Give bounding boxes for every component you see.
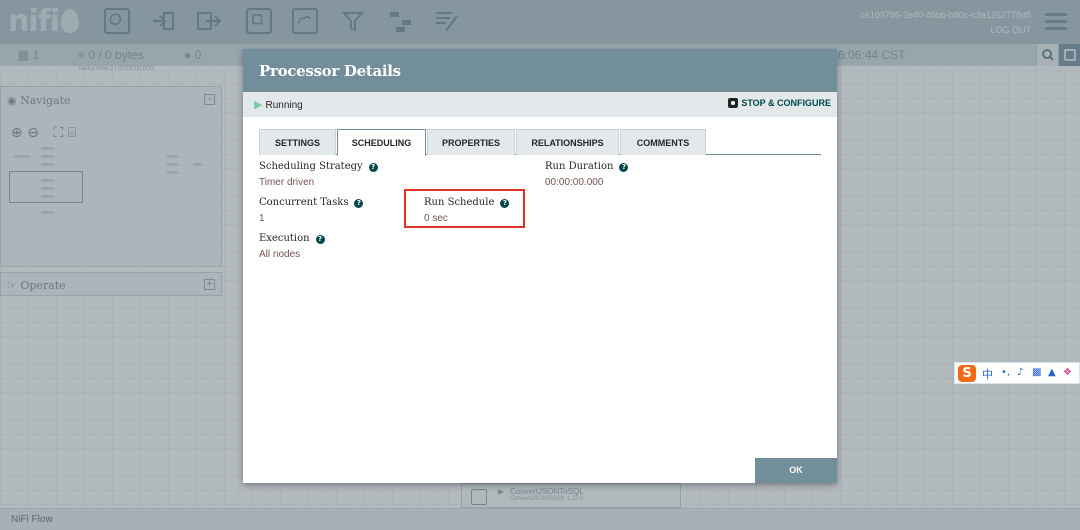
run-state: ▶ Running bbox=[254, 99, 303, 111]
microphone-icon[interactable]: ♪ bbox=[1017, 367, 1023, 378]
concurrent-tasks-field: Concurrent Tasks? 1 bbox=[259, 197, 364, 224]
punctuation-icon[interactable]: •, bbox=[1001, 367, 1010, 378]
tab-settings[interactable]: SETTINGS bbox=[259, 129, 336, 155]
scheduling-strategy-field: Scheduling Strategy? Timer driven bbox=[259, 161, 378, 188]
stop-configure-button[interactable]: STOP & CONFIGURE bbox=[728, 98, 831, 108]
skin-icon[interactable]: ▲ bbox=[1048, 367, 1056, 378]
dialog-header: Processor Details bbox=[243, 49, 837, 92]
scheduling-strategy-value: Timer driven bbox=[259, 177, 315, 188]
execution-value: All nodes bbox=[259, 249, 301, 260]
help-icon[interactable]: ? bbox=[368, 163, 378, 172]
tab-properties[interactable]: PROPERTIES bbox=[427, 129, 515, 155]
ime-language[interactable]: 中 bbox=[982, 366, 993, 382]
concurrent-tasks-value: 1 bbox=[259, 213, 265, 224]
dialog-title: Processor Details bbox=[259, 62, 401, 80]
run-duration-value: 00:00:00.000 bbox=[545, 177, 604, 188]
sogou-icon[interactable]: S bbox=[958, 365, 976, 382]
ok-button[interactable]: OK bbox=[755, 458, 837, 483]
stop-configure-icon bbox=[728, 98, 739, 108]
ime-toolbar[interactable]: S 中 •, ♪ ▩ ▲ ❖ bbox=[954, 362, 1080, 384]
execution-field: Execution? All nodes bbox=[259, 233, 325, 260]
keyboard-icon[interactable]: ▩ bbox=[1032, 367, 1041, 378]
run-status-bar: ▶ Running STOP & CONFIGURE bbox=[243, 92, 837, 117]
help-icon[interactable]: ? bbox=[354, 199, 364, 208]
tab-relationships[interactable]: RELATIONSHIPS bbox=[516, 129, 619, 155]
toolbox-icon[interactable]: ❖ bbox=[1063, 367, 1072, 378]
help-icon[interactable]: ? bbox=[619, 163, 629, 172]
run-duration-field: Run Duration? 00:00:00.000 bbox=[545, 161, 629, 188]
run-schedule-highlight-box bbox=[404, 189, 525, 228]
tab-scheduling[interactable]: SCHEDULING bbox=[337, 129, 426, 156]
tab-comments[interactable]: COMMENTS bbox=[620, 129, 706, 155]
help-icon[interactable]: ? bbox=[315, 235, 325, 244]
processor-details-dialog: Processor Details ▶ Running STOP & CONFIG… bbox=[243, 49, 837, 483]
tab-bar: SETTINGS SCHEDULING PROPERTIES RELATIONS… bbox=[259, 129, 821, 156]
running-icon: ▶ bbox=[254, 99, 263, 111]
